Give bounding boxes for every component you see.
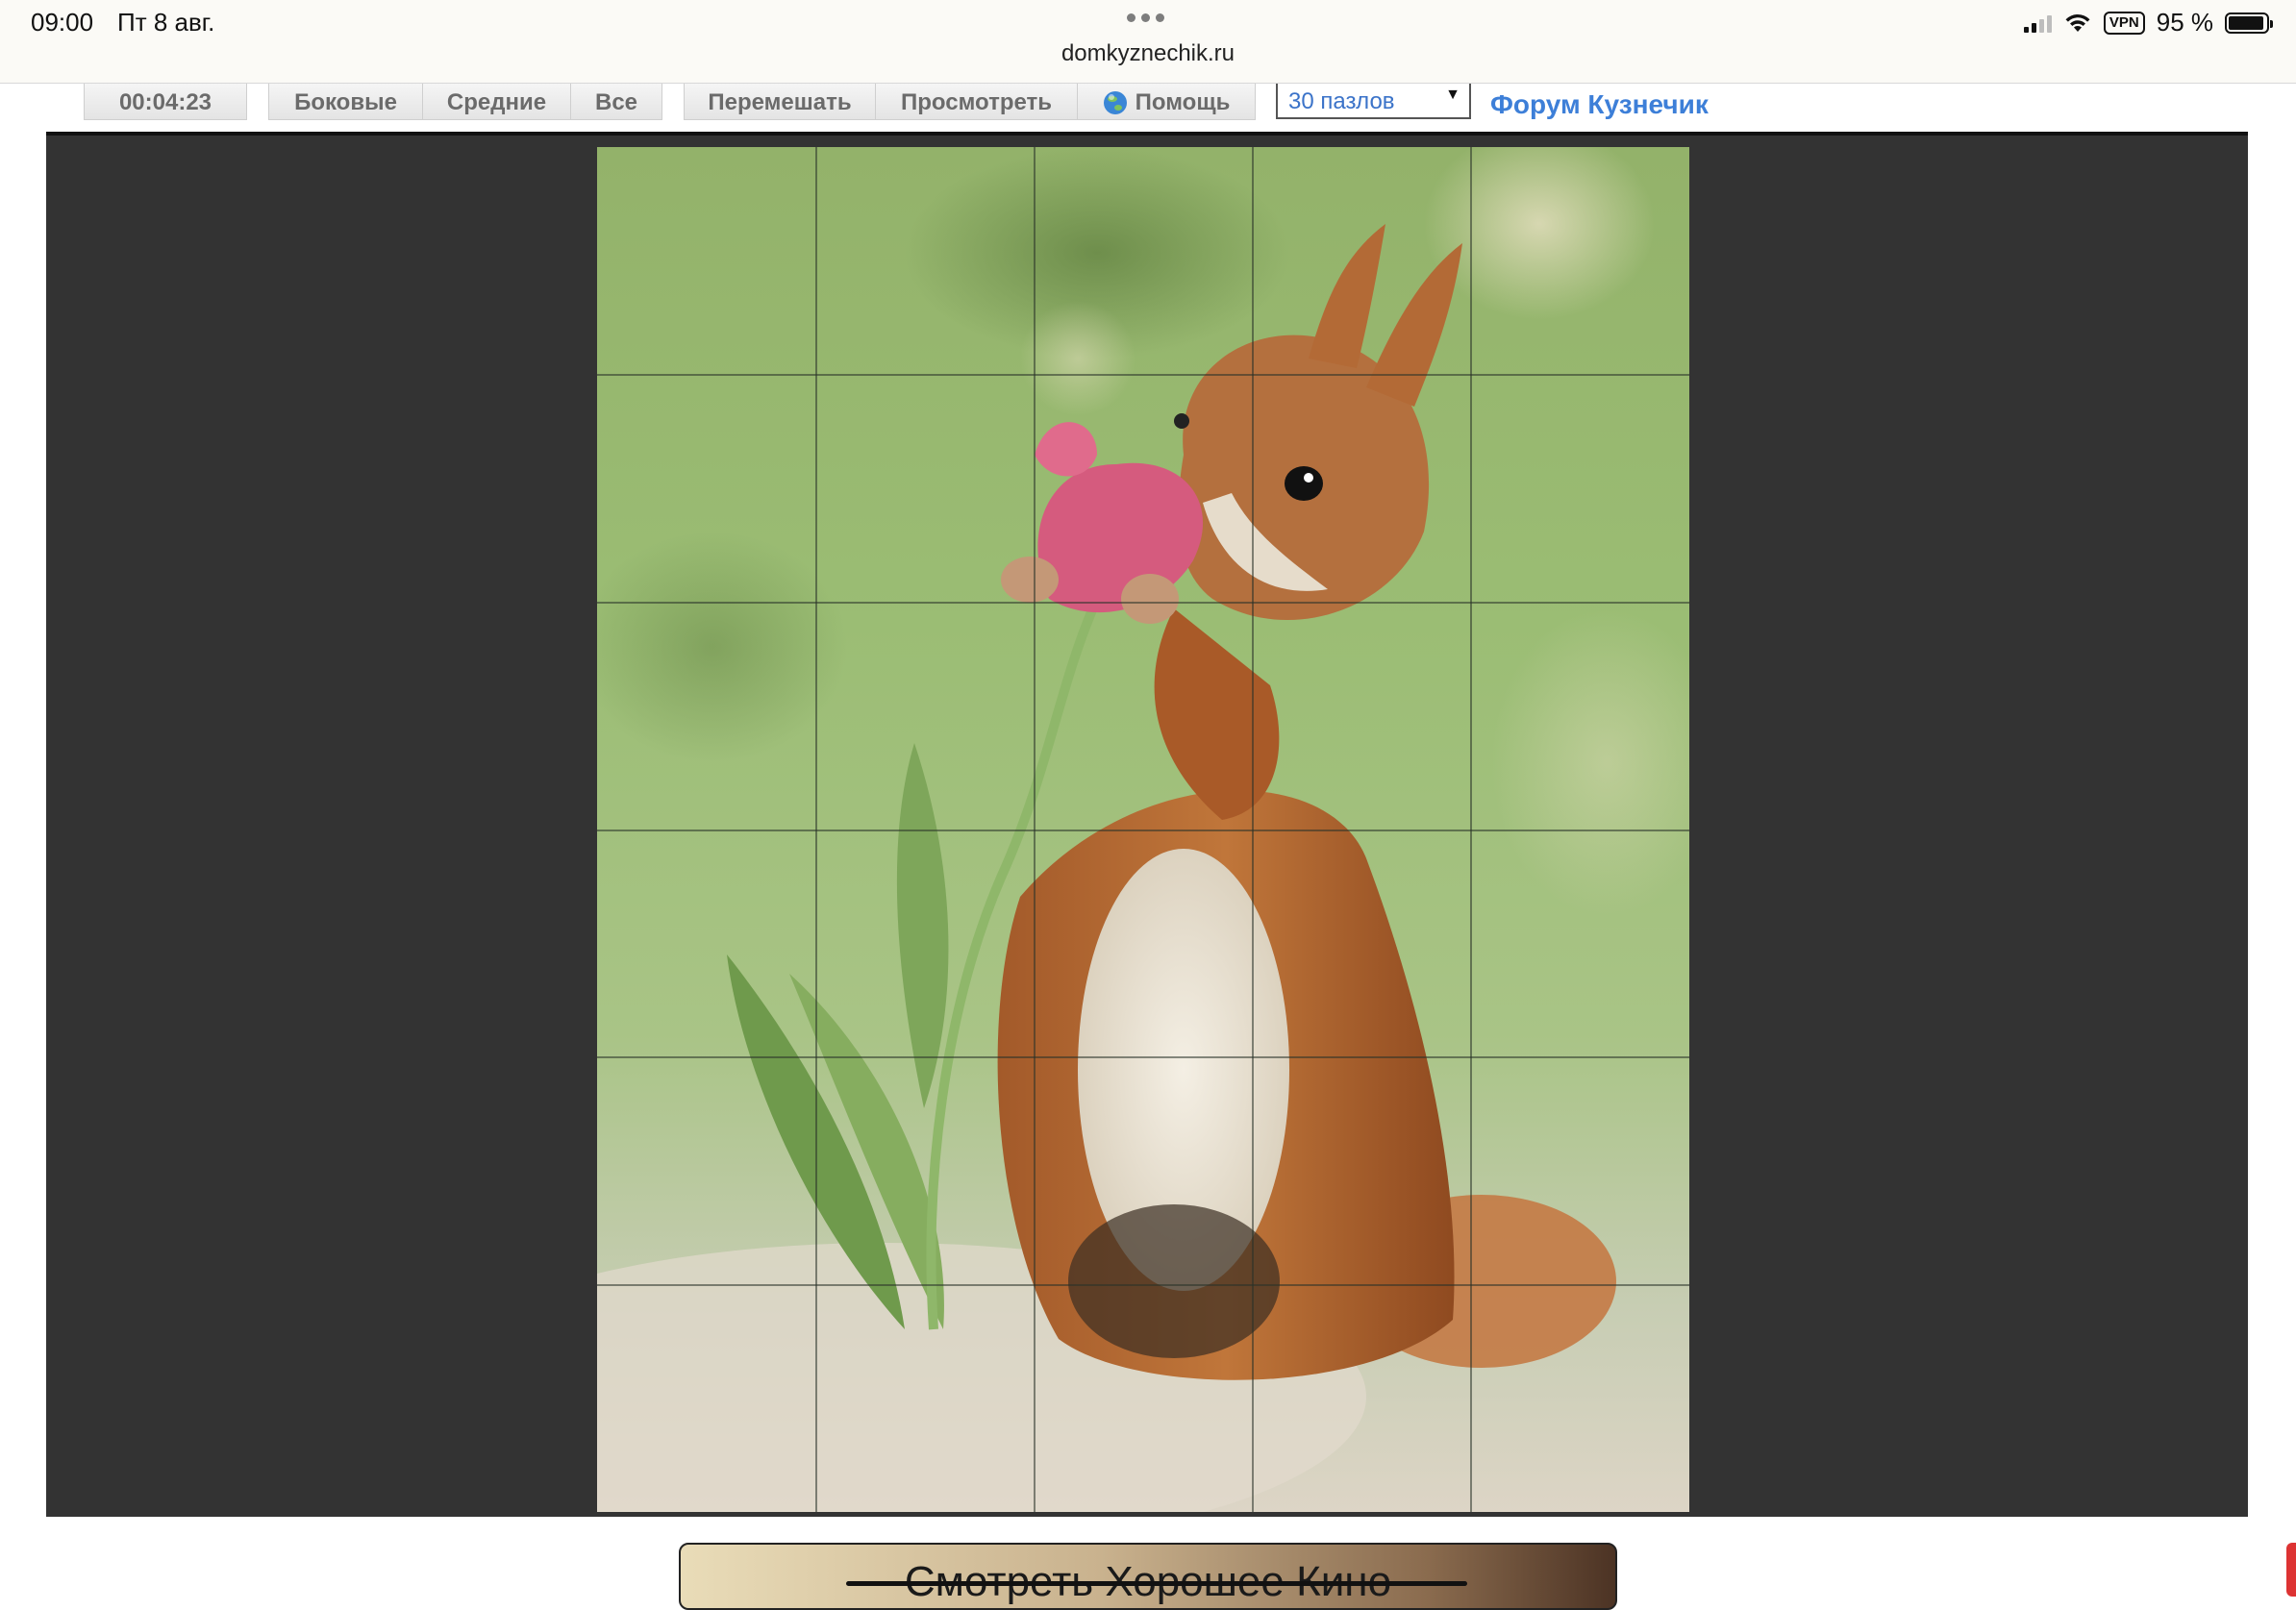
pieces-count-select[interactable]: 30 пазлов ▼	[1276, 84, 1471, 119]
status-indicators: VPN 95 %	[2023, 8, 2273, 37]
battery-icon	[2225, 12, 2273, 34]
help-button[interactable]: Помощь	[1077, 84, 1256, 120]
puzzle-toolbar: 00:04:23 Боковые Средние Все Перемешать …	[0, 84, 2296, 134]
all-button[interactable]: Все	[570, 84, 662, 120]
help-globe-icon	[1103, 90, 1127, 114]
grid-line-h4	[597, 1056, 1689, 1058]
dropdown-arrow-icon: ▼	[1445, 87, 1460, 103]
puzzle-board	[46, 132, 2248, 1517]
shuffle-button[interactable]: Перемешать	[684, 84, 876, 120]
help-label: Помощь	[1135, 88, 1231, 115]
cellular-signal-icon	[2023, 13, 2052, 33]
address-bar-url[interactable]: domkyznechik.ru	[0, 40, 2296, 67]
more-dots-icon[interactable]	[1127, 13, 1164, 22]
edges-button[interactable]: Боковые	[268, 84, 423, 120]
status-bar: 09:00 Пт 8 авг. domkyznechik.ru VPN 95 %	[0, 0, 2296, 84]
grid-line-h1	[597, 374, 1689, 376]
ad-banner[interactable]: Смотреть Хорошее Кино	[679, 1543, 1617, 1610]
grid-line-h3	[597, 830, 1689, 831]
middle-button[interactable]: Средние	[422, 84, 571, 120]
ad-strike-line	[846, 1581, 1467, 1586]
battery-percent: 95 %	[2156, 8, 2213, 37]
wifi-icon	[2065, 13, 2090, 32]
forum-link[interactable]: Форум Кузнечик	[1490, 89, 1709, 120]
grid-line-h5	[597, 1284, 1689, 1286]
edge-tab[interactable]	[2286, 1543, 2296, 1597]
preview-button[interactable]: Просмотреть	[875, 84, 1078, 120]
grid-line-h2	[597, 602, 1689, 604]
puzzle-image[interactable]	[597, 147, 1689, 1512]
date: Пт 8 авг.	[117, 8, 215, 37]
pieces-count-value: 30 пазлов	[1288, 88, 1395, 114]
clock: 09:00	[31, 8, 94, 37]
timer-display: 00:04:23	[84, 84, 247, 120]
vpn-badge: VPN	[2103, 11, 2145, 35]
